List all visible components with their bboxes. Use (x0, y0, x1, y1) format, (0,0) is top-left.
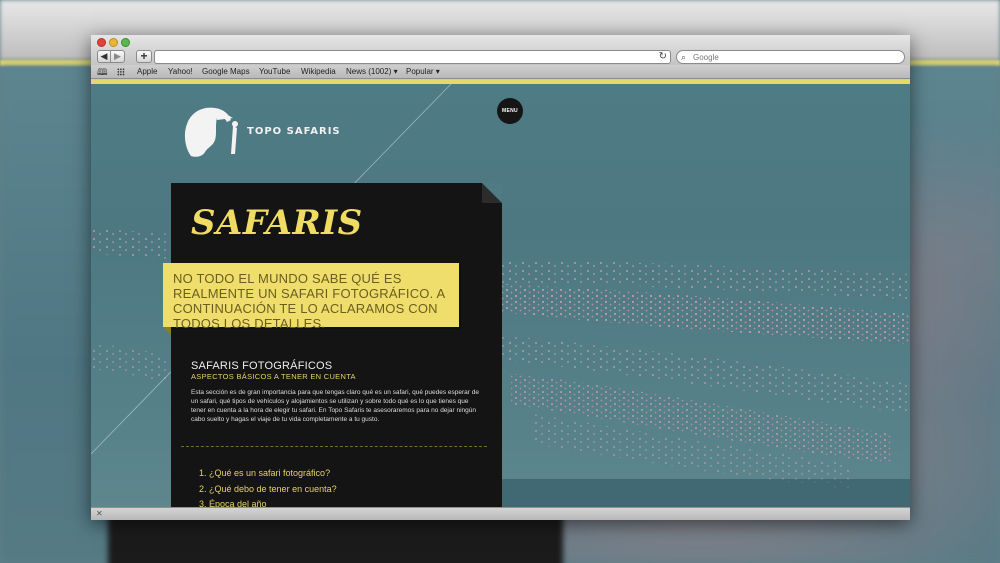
browser-window: ◀ ▶ + ↻ ⌕ 🕮 Apple Yahoo! Google Maps You… (91, 35, 910, 520)
section-body: Esta sección es de gran importancia para… (191, 389, 479, 423)
section-caption: ASPECTOS BÁSICOS A TENER EN CUENTA (191, 372, 356, 381)
zoom-button[interactable] (121, 38, 130, 47)
bookmark-youtube[interactable]: YouTube (259, 65, 290, 79)
address-bar[interactable]: ↻ (154, 50, 671, 64)
title-bar: ◀ ▶ + ↻ ⌕ (91, 35, 910, 65)
page-title: SAFARIS (191, 203, 363, 243)
status-bar: ✕ (91, 507, 910, 520)
bookmark-wikipedia[interactable]: Wikipedia (301, 65, 336, 79)
bookmarks-bar: 🕮 Apple Yahoo! Google Maps YouTube Wikip… (91, 65, 910, 79)
faq-link-3[interactable]: 3. Época del año (199, 497, 337, 507)
faq-list: 1. ¿Qué es un safari fotográfico? 2. ¿Qu… (199, 466, 337, 507)
menu-button[interactable]: MENU (497, 98, 523, 124)
forward-button[interactable]: ▶ (111, 50, 125, 63)
add-bookmark-button[interactable]: + (136, 50, 152, 63)
section-heading: SAFARIS FOTOGRÁFICOS (191, 360, 333, 372)
topo-safaris-logo-icon (184, 107, 238, 157)
top-sites-icon[interactable] (117, 68, 125, 76)
content-panel: SAFARIS NO TODO EL MUNDO SABE QUÉ ES REA… (163, 183, 502, 507)
bookmark-apple[interactable]: Apple (137, 65, 157, 79)
search-field[interactable]: ⌕ (676, 50, 905, 64)
webpage: TOPO SAFARIS MENU SAFARIS NO TODO EL MUN… (91, 84, 910, 507)
bookmark-news[interactable]: News (1002) ▾ (346, 65, 398, 79)
intro-banner: NO TODO EL MUNDO SABE QUÉ ES REALMENTE U… (163, 263, 459, 331)
bookmark-google-maps[interactable]: Google Maps (202, 65, 250, 79)
site-logo-text[interactable]: TOPO SAFARIS (247, 126, 341, 137)
faq-link-1[interactable]: 1. ¿Qué es un safari fotográfico? (199, 466, 337, 482)
minimize-button[interactable] (109, 38, 118, 47)
resize-icon[interactable]: ✕ (96, 508, 103, 520)
section-divider (181, 446, 487, 447)
search-icon: ⌕ (681, 52, 687, 62)
close-button[interactable] (97, 38, 106, 47)
bookmark-popular[interactable]: Popular ▾ (406, 65, 440, 79)
back-button[interactable]: ◀ (97, 50, 111, 63)
panel-corner-fold (482, 183, 502, 203)
bookmark-yahoo[interactable]: Yahoo! (168, 65, 193, 79)
faq-link-2[interactable]: 2. ¿Qué debo de tener en cuenta? (199, 482, 337, 498)
search-input[interactable] (693, 51, 893, 63)
reading-list-icon[interactable]: 🕮 (97, 65, 108, 79)
banner-fold (163, 327, 171, 335)
reload-icon[interactable]: ↻ (659, 51, 667, 63)
